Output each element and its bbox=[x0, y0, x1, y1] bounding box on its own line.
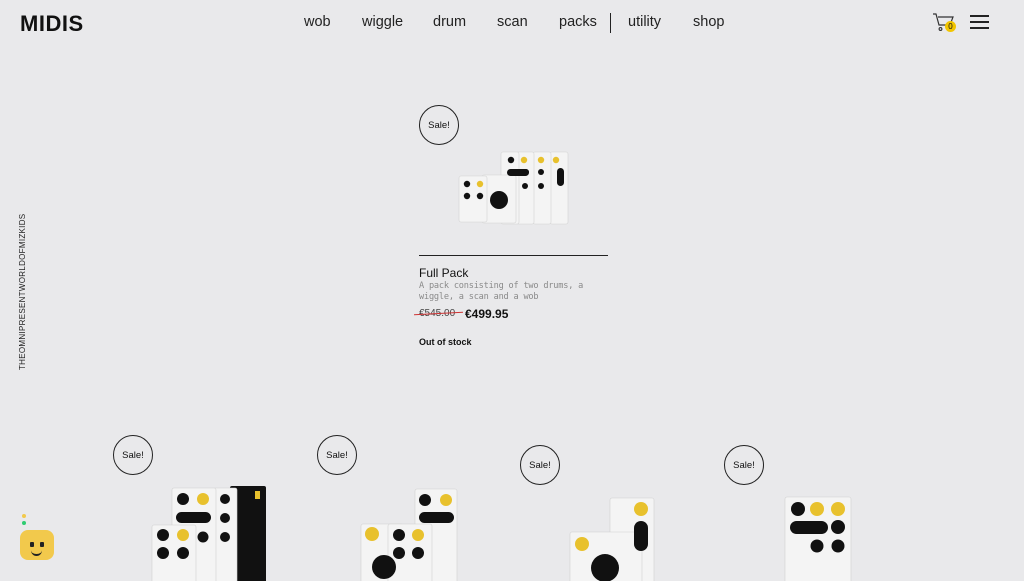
chat-eye bbox=[30, 542, 34, 547]
product-description: A pack consisting of two drums, a wiggle… bbox=[419, 281, 584, 302]
sale-badge: Sale! bbox=[724, 445, 764, 485]
nav-scan[interactable]: scan bbox=[497, 14, 528, 30]
product-image-2[interactable] bbox=[358, 487, 460, 581]
nav-wiggle[interactable]: wiggle bbox=[362, 14, 403, 30]
stock-status: Out of stock bbox=[419, 337, 472, 347]
sale-badge: Sale! bbox=[419, 105, 459, 145]
nav-divider bbox=[610, 13, 611, 33]
product-image-4[interactable] bbox=[783, 495, 855, 581]
chat-eye bbox=[40, 542, 44, 547]
full-pack-image[interactable] bbox=[455, 148, 575, 230]
sale-badge: Sale! bbox=[113, 435, 153, 475]
product-image-1[interactable] bbox=[150, 485, 270, 581]
product-image-3[interactable] bbox=[566, 496, 658, 581]
chat-widget-icon[interactable] bbox=[20, 530, 54, 560]
sale-price: €499.95 bbox=[465, 307, 509, 321]
nav-shop[interactable]: shop bbox=[693, 14, 724, 30]
main-nav: wob wiggle drum scan packs utility shop bbox=[0, 13, 1024, 34]
nav-drum[interactable]: drum bbox=[433, 14, 466, 30]
chat-dot bbox=[22, 514, 26, 518]
menu-icon[interactable] bbox=[970, 15, 989, 29]
cart-count-badge: 0 bbox=[945, 21, 956, 32]
chat-dot bbox=[22, 521, 26, 525]
nav-wob[interactable]: wob bbox=[304, 14, 331, 30]
sale-badge: Sale! bbox=[520, 445, 560, 485]
side-text: THEOMNIPRESENTWORLDOFMIZKIDS bbox=[18, 213, 27, 370]
nav-packs[interactable]: packs bbox=[559, 14, 597, 30]
chat-mouth bbox=[31, 549, 42, 556]
sale-badge: Sale! bbox=[317, 435, 357, 475]
nav-utility[interactable]: utility bbox=[628, 14, 661, 30]
product-title[interactable]: Full Pack bbox=[419, 266, 468, 280]
product-divider bbox=[419, 255, 608, 256]
